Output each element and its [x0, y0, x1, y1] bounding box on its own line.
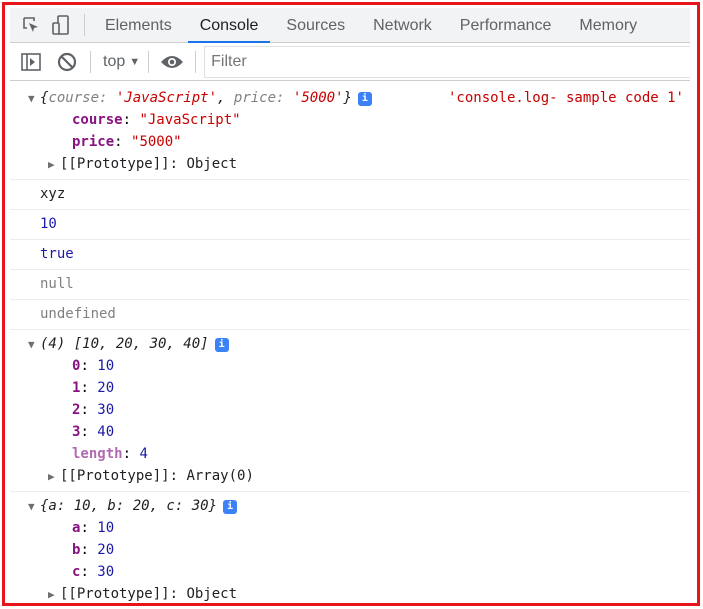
console-output: ▼ {course: 'JavaScript', price: '5000'} i … — [10, 84, 690, 609]
length-row: length: 4 — [72, 446, 148, 462]
message-text: null — [40, 276, 74, 292]
console-toolbar: top ▼ — [10, 44, 690, 81]
divider — [90, 51, 91, 73]
message-text: undefined — [40, 306, 116, 322]
context-label: top — [103, 53, 126, 70]
console-message-undefined: undefined — [10, 300, 690, 330]
property-row: 0: 10 — [72, 358, 115, 374]
context-selector[interactable]: top ▼ — [99, 53, 140, 71]
property-row: a: 10 — [72, 520, 115, 536]
tab-elements[interactable]: Elements — [93, 8, 184, 43]
array-preview[interactable]: ▼ (4) [10, 20, 30, 40] i — [28, 333, 690, 355]
source-string: 'console.log- sample code 1' — [447, 90, 684, 106]
console-message-object: ▼ {course: 'JavaScript', price: '5000'} i … — [10, 84, 690, 180]
console-message-string: xyz — [10, 180, 690, 210]
message-text: xyz — [40, 186, 66, 202]
console-message-object: ▼ {a: 10, b: 20, c: 30} i a: 10 b: 20 c: 3… — [10, 492, 690, 609]
clear-console-icon[interactable] — [52, 47, 82, 77]
collapsed-arrow-icon[interactable]: ▶ — [48, 584, 60, 606]
divider — [195, 51, 197, 73]
info-icon[interactable]: i — [357, 92, 372, 106]
expanded-arrow-icon[interactable]: ▼ — [28, 88, 40, 110]
prototype-row[interactable]: ▶ [[Prototype]]: Array(0) — [40, 465, 690, 487]
expanded-arrow-icon[interactable]: ▼ — [28, 496, 40, 518]
property-row: 2: 30 — [72, 402, 115, 418]
chevron-down-icon: ▼ — [129, 56, 141, 68]
console-message-boolean: true — [10, 240, 690, 270]
filter-input[interactable] — [204, 46, 690, 78]
collapsed-arrow-icon[interactable]: ▶ — [48, 154, 60, 176]
message-text: true — [40, 246, 74, 262]
expanded-arrow-icon[interactable]: ▼ — [28, 334, 40, 356]
property-row: 1: 20 — [72, 380, 115, 396]
collapsed-arrow-icon[interactable]: ▶ — [48, 466, 60, 488]
tab-network[interactable]: Network — [361, 8, 444, 43]
tab-console[interactable]: Console — [187, 8, 271, 43]
show-sidebar-icon[interactable] — [16, 47, 46, 77]
info-icon[interactable]: i — [223, 500, 238, 514]
message-text: 10 — [40, 216, 57, 232]
property-row: course: "JavaScript" — [72, 112, 241, 128]
prototype-row[interactable]: ▶ [[Prototype]]: Object — [40, 153, 690, 175]
tab-sources[interactable]: Sources — [274, 8, 357, 43]
console-message-number: 10 — [10, 210, 690, 240]
device-toolbar-icon[interactable] — [46, 10, 76, 40]
console-message-array: ▼ (4) [10, 20, 30, 40] i 0: 10 1: 20 2: 30… — [10, 330, 690, 492]
inspect-element-icon[interactable] — [16, 10, 46, 40]
property-row: 3: 40 — [72, 424, 115, 440]
eye-icon[interactable] — [157, 47, 187, 77]
prototype-row[interactable]: ▶ [[Prototype]]: Object — [40, 583, 690, 605]
console-message-null: null — [10, 270, 690, 300]
tab-performance[interactable]: Performance — [448, 8, 564, 43]
divider — [148, 51, 150, 73]
devtools-tabbar: Elements Console Sources Network Perform… — [10, 8, 690, 43]
object-preview[interactable]: ▼ {a: 10, b: 20, c: 30} i — [28, 495, 690, 517]
property-row: b: 20 — [72, 542, 115, 558]
divider — [84, 14, 85, 36]
tab-memory[interactable]: Memory — [567, 8, 649, 43]
info-icon[interactable]: i — [214, 338, 229, 352]
property-row: c: 30 — [72, 564, 115, 580]
property-row: price: "5000" — [72, 134, 182, 150]
